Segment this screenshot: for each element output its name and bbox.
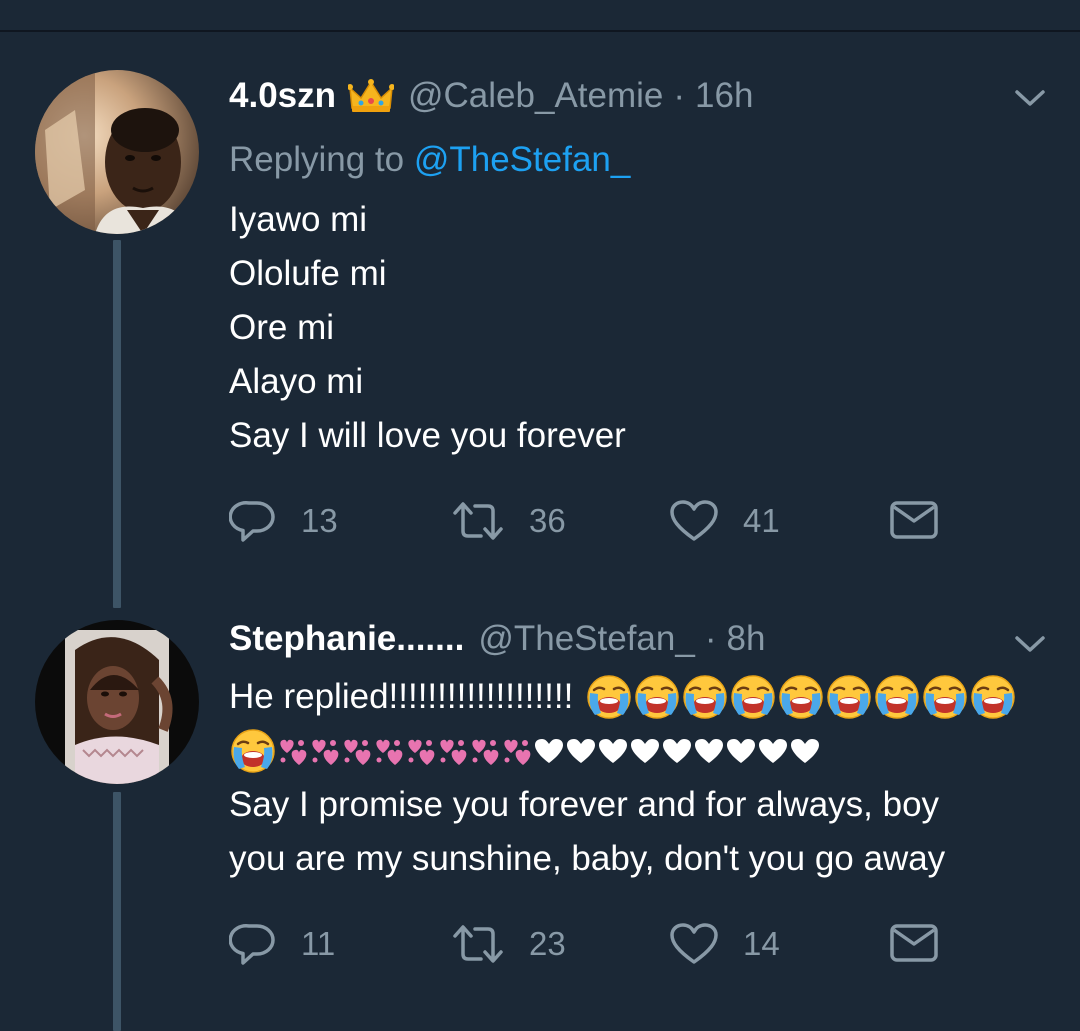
tweet-text-line: Iyawo mi bbox=[229, 200, 368, 239]
tweet-text: Iyawo mi Ololufe mi Ore mi Alayo mi Say … bbox=[229, 193, 626, 463]
two-hearts-emoji bbox=[344, 739, 371, 765]
emoji-line bbox=[229, 724, 1017, 778]
tweet-text-line: you are my sunshine, baby, don't you go … bbox=[229, 839, 946, 878]
retweet-icon bbox=[453, 502, 503, 540]
white-heart-emoji bbox=[759, 739, 787, 763]
two-hearts-emoji bbox=[408, 739, 435, 765]
replying-to-label: Replying to bbox=[229, 140, 405, 179]
display-name[interactable]: 4.0szn bbox=[229, 76, 336, 116]
timestamp[interactable]: 16h bbox=[695, 76, 753, 116]
tweet-actions: 13 36 41 bbox=[229, 499, 989, 549]
emoji-group-crying bbox=[229, 727, 277, 775]
reply-count: 13 bbox=[301, 502, 338, 539]
avatar[interactable] bbox=[35, 70, 199, 234]
user-handle[interactable]: @TheStefan_ bbox=[478, 619, 695, 659]
tweet-text-line: Alayo mi bbox=[229, 362, 364, 401]
user-handle[interactable]: @Caleb_Atemie bbox=[408, 76, 663, 116]
retweet-button[interactable]: 23 bbox=[451, 922, 566, 966]
emoji-group-crying bbox=[585, 673, 1017, 721]
loudly-crying-face-emoji bbox=[635, 675, 680, 719]
two-hearts-emoji bbox=[440, 739, 467, 765]
tweet-text-line: Say I will love you forever bbox=[229, 416, 626, 455]
loudly-crying-face-emoji bbox=[231, 729, 275, 773]
like-button[interactable]: 41 bbox=[669, 499, 780, 543]
reply-icon bbox=[229, 501, 275, 542]
retweet-count: 36 bbox=[529, 502, 566, 539]
tweet-text-line: Ololufe mi bbox=[229, 254, 387, 293]
loudly-crying-face-emoji bbox=[683, 675, 728, 719]
chevron-down-icon[interactable] bbox=[1012, 86, 1048, 110]
loudly-crying-face-emoji bbox=[971, 675, 1016, 719]
direct-message-icon bbox=[890, 924, 938, 962]
like-button[interactable]: 14 bbox=[669, 922, 780, 966]
direct-message-button[interactable] bbox=[889, 499, 939, 541]
white-heart-emoji bbox=[567, 739, 595, 763]
chevron-down-icon[interactable] bbox=[1012, 632, 1048, 656]
mention-link[interactable]: @TheStefan_ bbox=[414, 140, 631, 179]
replying-to-line: Replying to @TheStefan_ bbox=[229, 140, 630, 180]
tweet-actions: 11 23 14 bbox=[229, 922, 989, 972]
emoji-group-white-hearts bbox=[533, 736, 821, 766]
tweet-text-line: Say I promise you forever and for always… bbox=[229, 785, 940, 824]
separator-dot: · bbox=[704, 619, 717, 658]
like-count: 14 bbox=[743, 925, 780, 962]
tweet[interactable]: 4.0szn @Caleb_Atemie · 16h Replying to @… bbox=[0, 0, 1080, 600]
loudly-crying-face-emoji bbox=[875, 675, 920, 719]
tweet-text-line: He replied!!!!!!!!!!!!!!!!!!! bbox=[229, 677, 574, 716]
two-hearts-emoji bbox=[376, 739, 403, 765]
reply-button[interactable]: 13 bbox=[229, 499, 338, 543]
reply-button[interactable]: 11 bbox=[229, 922, 335, 966]
retweet-count: 23 bbox=[529, 925, 566, 962]
crown-emoji bbox=[347, 78, 395, 114]
loudly-crying-face-emoji bbox=[731, 675, 776, 719]
loudly-crying-face-emoji bbox=[923, 675, 968, 719]
tweet-text-line: Ore mi bbox=[229, 308, 334, 347]
display-name[interactable]: Stephanie....... bbox=[229, 619, 464, 659]
reply-icon bbox=[229, 924, 275, 965]
direct-message-button[interactable] bbox=[889, 922, 939, 964]
like-icon bbox=[670, 500, 718, 541]
emoji-group-two-hearts bbox=[277, 735, 533, 767]
two-hearts-emoji bbox=[504, 739, 531, 765]
white-heart-emoji bbox=[599, 739, 627, 763]
retweet-icon bbox=[453, 925, 503, 963]
tweet-text: He replied!!!!!!!!!!!!!!!!!!! Say I prom… bbox=[229, 670, 1017, 886]
loudly-crying-face-emoji bbox=[779, 675, 824, 719]
loudly-crying-face-emoji bbox=[587, 675, 632, 719]
retweet-button[interactable]: 36 bbox=[451, 499, 566, 543]
tweet[interactable]: Stephanie....... @TheStefan_ · 8h He rep… bbox=[0, 600, 1080, 1031]
direct-message-icon bbox=[890, 501, 938, 539]
white-heart-emoji bbox=[663, 739, 691, 763]
white-heart-emoji bbox=[695, 739, 723, 763]
loudly-crying-face-emoji bbox=[827, 675, 872, 719]
timestamp[interactable]: 8h bbox=[726, 619, 765, 659]
reply-count: 11 bbox=[301, 925, 336, 962]
two-hearts-emoji bbox=[472, 739, 499, 765]
avatar[interactable] bbox=[35, 620, 199, 784]
like-icon bbox=[670, 923, 718, 964]
separator-dot: · bbox=[673, 76, 686, 115]
white-heart-emoji bbox=[631, 739, 659, 763]
white-heart-emoji bbox=[535, 739, 563, 763]
two-hearts-emoji bbox=[312, 739, 339, 765]
white-heart-emoji bbox=[727, 739, 755, 763]
two-hearts-emoji bbox=[280, 739, 307, 765]
like-count: 41 bbox=[743, 502, 780, 539]
white-heart-emoji bbox=[791, 739, 819, 763]
